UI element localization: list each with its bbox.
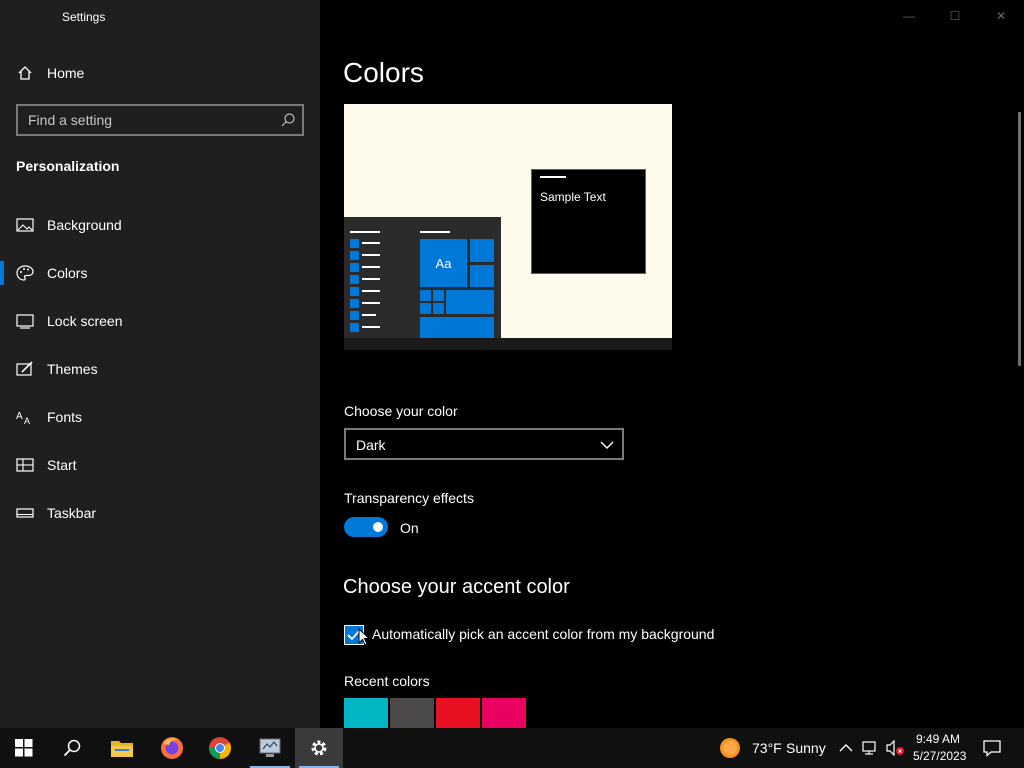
search-icon[interactable] [280,112,296,128]
recent-color-swatch[interactable] [436,698,480,728]
transparency-label: Transparency effects [344,490,474,506]
sidebar-item-label: Background [47,217,122,233]
sidebar-item-background[interactable]: Background [0,205,320,245]
taskbar-icon [16,505,34,521]
svg-text:A: A [16,411,23,422]
preview-taskbar [344,338,672,350]
sidebar: Settings Home Personalization Background… [0,0,320,728]
volume-muted-icon[interactable] [886,739,904,757]
sidebar-item-colors[interactable]: Colors [0,253,320,293]
transparency-state: On [400,520,419,536]
sidebar-item-label: Themes [47,361,98,377]
scrollbar[interactable] [1018,112,1021,366]
preview-sample-text: Sample Text [540,190,606,204]
section-title: Personalization [16,158,120,174]
search-box[interactable] [16,104,304,136]
taskbar-search-button[interactable] [48,728,96,768]
weather-widget[interactable] [718,728,742,768]
sidebar-item-label: Start [47,457,77,473]
auto-accent-label: Automatically pick an accent color from … [372,626,715,642]
search-input[interactable] [18,106,278,134]
transparency-toggle[interactable] [344,517,388,537]
control-panel-icon [259,738,281,757]
firefox-button[interactable] [148,728,196,768]
sidebar-item-label: Taskbar [47,505,97,521]
chrome-button[interactable] [196,728,244,768]
weather-condition: Sunny [786,740,826,756]
main-content: Colors Aa Sample Text Choose your color … [320,0,1024,728]
network-icon[interactable] [862,740,878,756]
recent-color-swatch[interactable] [390,698,434,728]
sidebar-item-fonts[interactable]: AA Fonts [0,397,320,437]
settings-button[interactable] [295,728,343,768]
palette-icon [16,265,34,281]
page-title: Colors [343,57,424,88]
themes-icon [16,361,34,377]
sidebar-item-label: Fonts [47,409,83,425]
home-icon [16,65,34,81]
minimize-button[interactable]: — [886,0,932,32]
preview-tile-label: Aa [435,255,452,271]
clock-time[interactable]: 9:49 AM [916,732,960,746]
mouse-cursor-icon [358,627,371,646]
sidebar-item-home[interactable]: Home [0,53,320,93]
taskbar: 73°F Sunny 9:49 AM 5/27/2023 [0,728,1024,768]
start-icon [16,457,34,473]
settings-gear-icon [311,740,327,756]
recent-color-swatch[interactable] [482,698,526,728]
chrome-icon [209,737,231,759]
fonts-icon: AA [16,409,34,425]
picture-icon [16,217,34,233]
lock-screen-icon [16,313,34,329]
weather-temp: 73°F [752,740,782,756]
sidebar-item-label: Home [47,65,85,81]
maximize-button[interactable]: ☐ [932,0,978,32]
preview-start-menu: Aa [344,217,501,338]
chevron-down-icon [600,438,614,452]
preview-window: Sample Text [531,169,646,274]
sidebar-item-label: Lock screen [47,313,123,329]
sidebar-item-start[interactable]: Start [0,445,320,485]
close-button[interactable]: ✕ [978,0,1024,32]
accent-section-title: Choose your accent color [343,576,570,598]
recent-color-swatch[interactable] [344,698,388,728]
control-panel-button[interactable] [246,728,294,768]
sidebar-item-themes[interactable]: Themes [0,349,320,389]
app-title: Settings [62,10,106,24]
notifications-icon[interactable] [983,739,1001,757]
recent-colors-label: Recent colors [344,673,430,689]
dropdown-value: Dark [356,437,386,453]
windows-logo-icon [15,739,33,757]
clock-date[interactable]: 5/27/2023 [913,749,966,763]
sidebar-item-label: Colors [47,265,88,281]
chevron-up-icon[interactable] [838,740,854,756]
choose-color-label: Choose your color [344,403,458,419]
file-explorer-icon [111,741,133,757]
choose-color-dropdown[interactable]: Dark [344,428,624,460]
search-icon [63,739,81,757]
sidebar-item-taskbar[interactable]: Taskbar [0,493,320,533]
theme-preview: Aa Sample Text [344,104,672,350]
firefox-icon [161,737,183,759]
file-explorer-button[interactable] [98,728,146,768]
svg-text:A: A [24,416,30,425]
sun-icon [720,738,740,758]
sidebar-item-lock-screen[interactable]: Lock screen [0,301,320,341]
start-button[interactable] [0,728,48,768]
